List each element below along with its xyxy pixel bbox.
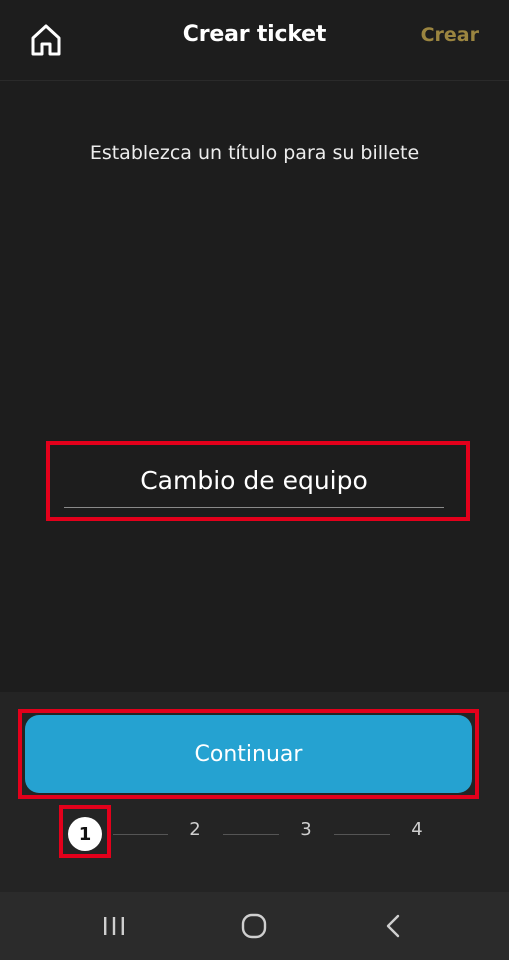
recent-apps-icon bbox=[104, 917, 124, 935]
step-connector bbox=[113, 834, 168, 835]
title-input[interactable] bbox=[64, 453, 444, 508]
continue-button[interactable]: Continuar bbox=[25, 715, 472, 793]
stepper: 1 2 3 4 bbox=[0, 805, 509, 859]
bottom-panel: Continuar 1 2 3 4 bbox=[0, 692, 509, 892]
step-connector bbox=[334, 834, 390, 835]
step-2: 2 bbox=[189, 819, 201, 840]
back-nav-button[interactable] bbox=[374, 908, 414, 944]
app-header: Crear ticket Crear bbox=[0, 0, 509, 81]
back-icon bbox=[386, 914, 400, 938]
home-circle-icon bbox=[241, 913, 267, 939]
step-3: 3 bbox=[300, 819, 312, 840]
step-connector bbox=[223, 834, 279, 835]
create-button[interactable]: Crear bbox=[421, 24, 479, 46]
continue-highlight: Continuar bbox=[18, 709, 479, 799]
home-nav-button[interactable] bbox=[234, 908, 274, 944]
system-nav-bar bbox=[0, 892, 509, 960]
recent-apps-button[interactable] bbox=[94, 908, 134, 944]
title-prompt: Establezca un título para su billete bbox=[89, 142, 420, 164]
step-1-current: 1 bbox=[68, 817, 102, 851]
step-4: 4 bbox=[411, 819, 423, 840]
screen: Crear ticket Crear Establezca un título … bbox=[0, 0, 509, 960]
title-input-highlight bbox=[46, 441, 470, 521]
